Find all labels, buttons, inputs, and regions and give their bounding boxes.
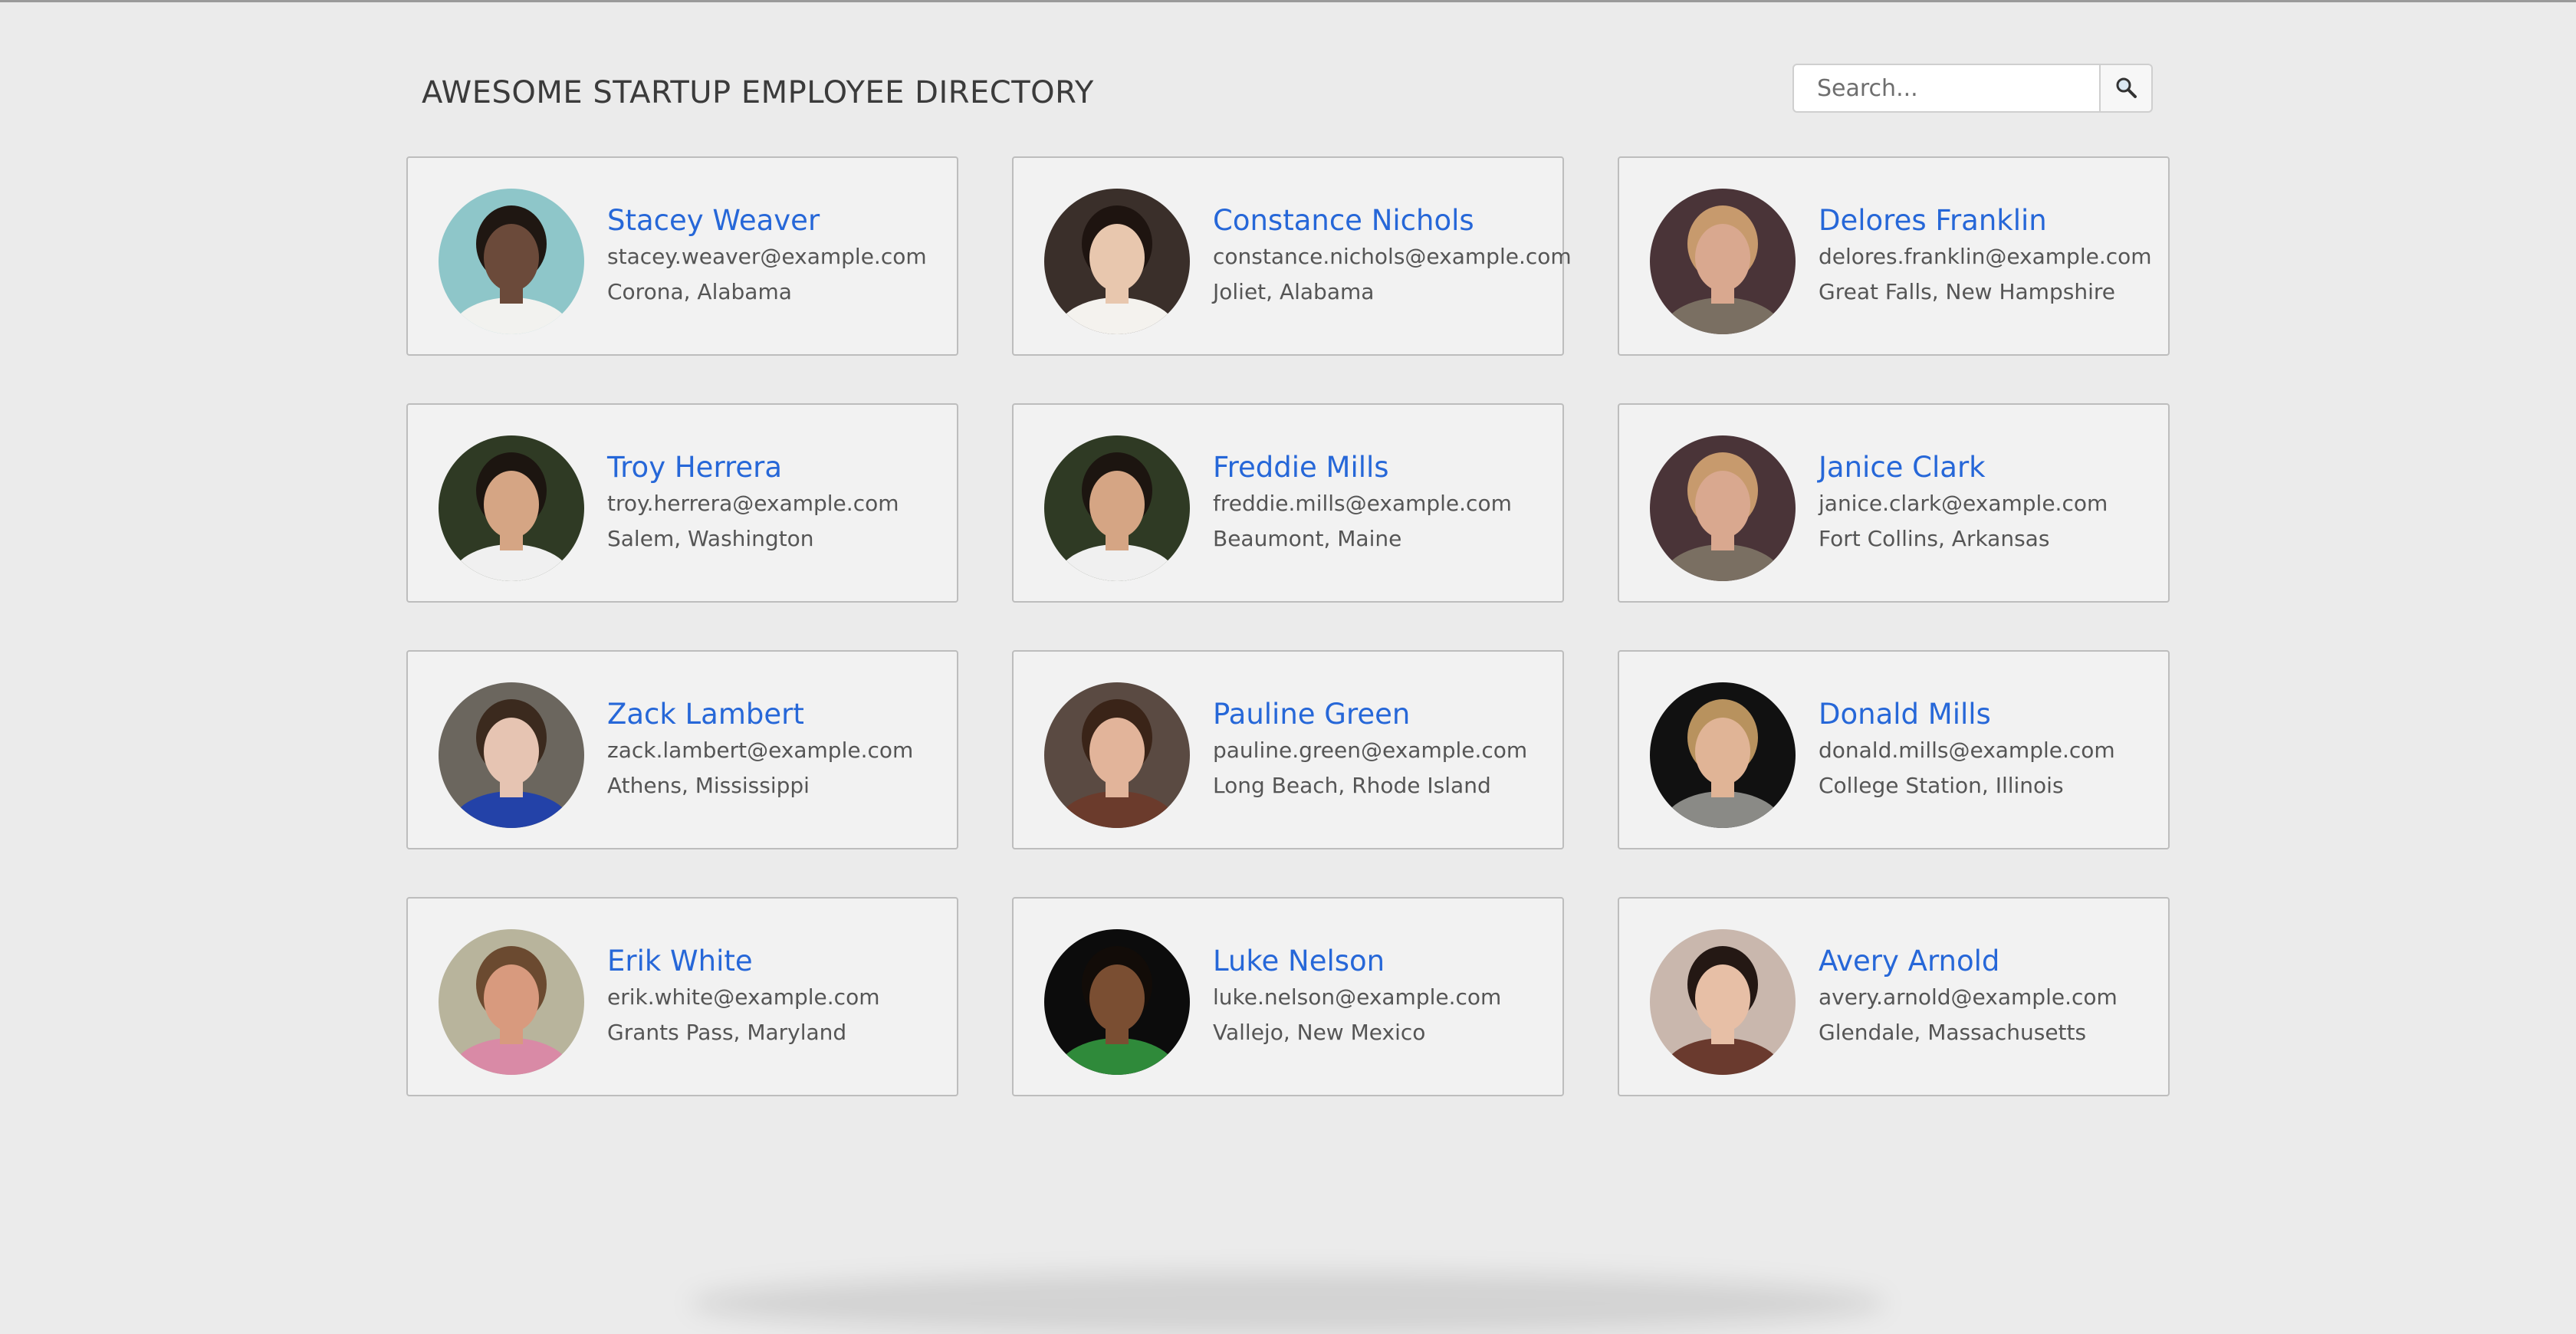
employee-location: Grants Pass, Maryland (607, 1020, 847, 1045)
employee-avatar (1044, 929, 1190, 1075)
employee-email: pauline.green@example.com (1213, 738, 1528, 763)
employee-card[interactable]: Luke Nelson luke.nelson@example.com Vall… (1012, 897, 1564, 1096)
employee-email: freddie.mills@example.com (1213, 491, 1512, 516)
employee-name: Zack Lambert (607, 698, 804, 731)
employee-avatar (1650, 189, 1796, 334)
employee-location: Corona, Alabama (607, 279, 792, 304)
employee-info: Constance Nichols constance.nichols@exam… (1213, 202, 1572, 310)
employee-card[interactable]: Troy Herrera troy.herrera@example.com Sa… (406, 403, 958, 603)
employee-email: troy.herrera@example.com (607, 491, 899, 516)
page-header: AWESOME STARTUP EMPLOYEE DIRECTORY (406, 61, 2170, 115)
employee-name: Erik White (607, 945, 753, 978)
employee-location: Long Beach, Rhode Island (1213, 773, 1491, 798)
employee-name: Donald Mills (1819, 698, 1991, 731)
employee-location: Fort Collins, Arkansas (1819, 526, 2050, 551)
employee-name: Janice Clark (1819, 451, 1986, 484)
employee-location: Joliet, Alabama (1213, 279, 1375, 304)
employee-email: donald.mills@example.com (1819, 738, 2115, 763)
employee-card[interactable]: Pauline Green pauline.green@example.com … (1012, 650, 1564, 849)
employee-name: Stacey Weaver (607, 204, 820, 237)
employee-avatar (1650, 682, 1796, 828)
page-title: AWESOME STARTUP EMPLOYEE DIRECTORY (422, 75, 1094, 110)
employee-avatar (1044, 435, 1190, 581)
search-form (1792, 64, 2153, 113)
employee-location: College Station, Illinois (1819, 773, 2064, 798)
employee-location: Vallejo, New Mexico (1213, 1020, 1426, 1045)
employee-avatar (439, 929, 584, 1075)
employee-card[interactable]: Avery Arnold avery.arnold@example.com Gl… (1618, 897, 2170, 1096)
employee-email: luke.nelson@example.com (1213, 984, 1502, 1010)
employee-avatar (1044, 682, 1190, 828)
employee-name: Pauline Green (1213, 698, 1411, 731)
employee-info: Freddie Mills freddie.mills@example.com … (1213, 449, 1555, 557)
employee-info: Pauline Green pauline.green@example.com … (1213, 696, 1555, 803)
employee-card[interactable]: Erik White erik.white@example.com Grants… (406, 897, 958, 1096)
employee-info: Zack Lambert zack.lambert@example.com At… (607, 696, 949, 803)
employee-info: Erik White erik.white@example.com Grants… (607, 943, 949, 1050)
employee-location: Beaumont, Maine (1213, 526, 1402, 551)
employee-location: Athens, Mississippi (607, 773, 810, 798)
employee-email: janice.clark@example.com (1819, 491, 2108, 516)
employee-email: erik.white@example.com (607, 984, 880, 1010)
employee-avatar (439, 189, 584, 334)
employee-info: Luke Nelson luke.nelson@example.com Vall… (1213, 943, 1555, 1050)
employee-avatar (1650, 929, 1796, 1075)
employee-gallery: Stacey Weaver stacey.weaver@example.com … (406, 156, 2170, 1096)
employee-name: Luke Nelson (1213, 945, 1385, 978)
employee-name: Constance Nichols (1213, 204, 1474, 237)
employee-card[interactable]: Stacey Weaver stacey.weaver@example.com … (406, 156, 958, 356)
employee-avatar (439, 682, 584, 828)
window-top-border (0, 0, 2576, 2)
employee-card[interactable]: Constance Nichols constance.nichols@exam… (1012, 156, 1572, 356)
employee-email: delores.franklin@example.com (1819, 244, 2152, 269)
employee-location: Salem, Washington (607, 526, 814, 551)
employee-info: Janice Clark janice.clark@example.com Fo… (1819, 449, 2160, 557)
employee-info: Stacey Weaver stacey.weaver@example.com … (607, 202, 949, 310)
employee-name: Delores Franklin (1819, 204, 2047, 237)
employee-name: Troy Herrera (607, 451, 783, 484)
employee-card[interactable]: Donald Mills donald.mills@example.com Co… (1618, 650, 2170, 849)
employee-avatar (1044, 189, 1190, 334)
employee-location: Glendale, Massachusetts (1819, 1020, 2087, 1045)
employee-avatar (1650, 435, 1796, 581)
search-input[interactable] (1792, 64, 2101, 113)
employee-email: constance.nichols@example.com (1213, 244, 1572, 269)
modal-shadow (690, 1273, 1886, 1334)
employee-email: stacey.weaver@example.com (607, 244, 927, 269)
employee-card[interactable]: Janice Clark janice.clark@example.com Fo… (1618, 403, 2170, 603)
employee-card[interactable]: Zack Lambert zack.lambert@example.com At… (406, 650, 958, 849)
employee-location: Great Falls, New Hampshire (1819, 279, 2115, 304)
employee-card[interactable]: Freddie Mills freddie.mills@example.com … (1012, 403, 1564, 603)
employee-name: Freddie Mills (1213, 451, 1389, 484)
employee-info: Donald Mills donald.mills@example.com Co… (1819, 696, 2160, 803)
employee-card[interactable]: Delores Franklin delores.franklin@exampl… (1618, 156, 2170, 356)
employee-name: Avery Arnold (1819, 945, 2000, 978)
employee-info: Delores Franklin delores.franklin@exampl… (1819, 202, 2160, 310)
employee-email: zack.lambert@example.com (607, 738, 914, 763)
employee-info: Troy Herrera troy.herrera@example.com Sa… (607, 449, 949, 557)
employee-avatar (439, 435, 584, 581)
employee-info: Avery Arnold avery.arnold@example.com Gl… (1819, 943, 2160, 1050)
search-button[interactable] (2101, 64, 2153, 113)
employee-email: avery.arnold@example.com (1819, 984, 2118, 1010)
search-icon (2114, 76, 2137, 101)
